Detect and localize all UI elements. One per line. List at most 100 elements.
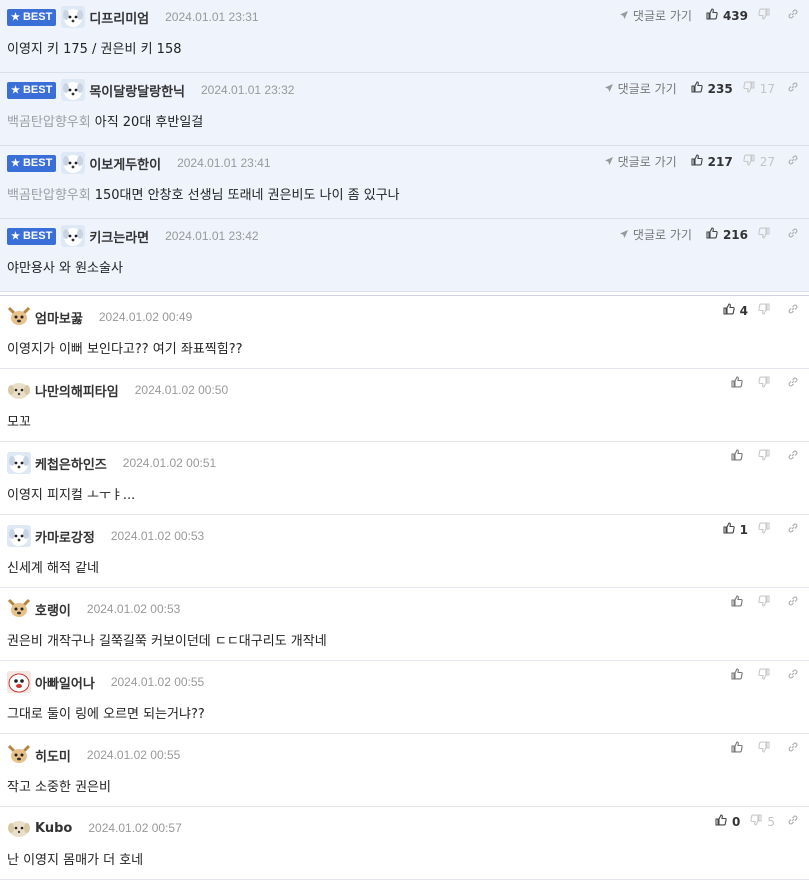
dislike-button[interactable] bbox=[758, 668, 775, 683]
dislike-button[interactable] bbox=[758, 741, 775, 756]
copy-link-button[interactable] bbox=[787, 376, 799, 391]
comment-actions: 댓글로 가기 235 17 bbox=[604, 80, 799, 97]
best-badge-label: BEST bbox=[22, 11, 53, 23]
comment: 아빠일어나 2024.01.02 00:55 그대로 둘이 링에 오르면 되는거냐?… bbox=[0, 661, 809, 734]
nickname[interactable]: Kubo bbox=[35, 821, 72, 836]
avatar[interactable] bbox=[7, 306, 31, 328]
like-button[interactable]: 217 bbox=[691, 154, 733, 169]
timestamp: 2024.01.02 00:57 bbox=[88, 821, 182, 835]
copy-link-button[interactable] bbox=[787, 81, 799, 96]
nickname[interactable]: 호랭이 bbox=[35, 600, 71, 619]
dislike-count: 27 bbox=[759, 154, 775, 169]
comment-list: ★ BEST 디프리미엄 2024.01.01 23:31 이영지 키 175 / 권은… bbox=[0, 0, 809, 880]
timestamp: 2024.01.02 00:53 bbox=[110, 529, 205, 543]
comment-actions: 댓글로 가기 217 27 bbox=[604, 153, 799, 170]
dislike-button[interactable] bbox=[758, 227, 775, 242]
like-button[interactable]: 439 bbox=[706, 8, 748, 23]
avatar[interactable] bbox=[7, 817, 31, 839]
avatar[interactable] bbox=[7, 598, 31, 620]
avatar[interactable] bbox=[61, 6, 86, 28]
like-button[interactable] bbox=[731, 741, 748, 756]
dislike-button[interactable] bbox=[758, 8, 775, 23]
nickname[interactable]: 카마로강정 bbox=[35, 527, 95, 546]
dislike-button[interactable] bbox=[758, 449, 775, 464]
thumbs-down-icon bbox=[750, 814, 767, 829]
dislike-button[interactable]: 27 bbox=[743, 154, 775, 169]
dislike-button[interactable] bbox=[758, 376, 775, 391]
comment-text: 아직 20대 후반일걸 bbox=[94, 115, 204, 130]
go-to-reply-link[interactable]: 댓글로 가기 bbox=[604, 80, 677, 97]
dislike-button[interactable]: 5 bbox=[750, 814, 775, 829]
dislike-button[interactable] bbox=[758, 303, 775, 318]
copy-link-button[interactable] bbox=[787, 8, 799, 23]
comment-text: 난 이영지 몸매가 더 호네 bbox=[7, 853, 144, 868]
send-icon bbox=[604, 155, 618, 169]
like-button[interactable]: 216 bbox=[706, 227, 748, 242]
avatar[interactable] bbox=[7, 525, 31, 547]
send-icon bbox=[619, 9, 633, 23]
copy-link-button[interactable] bbox=[787, 814, 799, 829]
avatar[interactable] bbox=[61, 152, 86, 174]
dislike-button[interactable] bbox=[758, 522, 775, 537]
nickname[interactable]: 케첩은하인즈 bbox=[35, 454, 107, 473]
avatar[interactable] bbox=[7, 744, 31, 766]
copy-link-button[interactable] bbox=[787, 595, 799, 610]
go-to-reply-label: 댓글로 가기 bbox=[632, 228, 692, 242]
like-button[interactable]: 0 bbox=[715, 814, 740, 829]
copy-link-button[interactable] bbox=[787, 449, 799, 464]
nickname[interactable]: 디프리미엄 bbox=[89, 8, 149, 27]
thumbs-down-icon bbox=[758, 741, 775, 756]
like-button[interactable]: 235 bbox=[691, 81, 733, 96]
go-to-reply-link[interactable]: 댓글로 가기 bbox=[619, 226, 692, 243]
comment-header: ★ BEST 목이달랑달랑한닉 2024.01.01 23:32 bbox=[7, 79, 294, 101]
avatar[interactable] bbox=[61, 79, 86, 101]
dislike-button[interactable] bbox=[758, 595, 775, 610]
thumbs-down-icon bbox=[758, 303, 775, 318]
copy-link-button[interactable] bbox=[787, 668, 799, 683]
nickname[interactable]: 키크는라면 bbox=[89, 227, 149, 246]
best-comment: ★ BEST 디프리미엄 2024.01.01 23:31 이영지 키 175 / 권은… bbox=[0, 0, 809, 73]
copy-link-button[interactable] bbox=[787, 154, 799, 169]
copy-link-button[interactable] bbox=[787, 303, 799, 318]
nickname[interactable]: 엄마보꿇 bbox=[35, 308, 83, 327]
copy-link-button[interactable] bbox=[787, 741, 799, 756]
thumbs-up-icon bbox=[691, 154, 708, 169]
nickname[interactable]: 아빠일어나 bbox=[35, 673, 95, 692]
like-button[interactable] bbox=[731, 376, 748, 391]
copy-link-button[interactable] bbox=[787, 227, 799, 242]
avatar[interactable] bbox=[61, 225, 86, 247]
comment-header: ★ BEST 디프리미엄 2024.01.01 23:31 bbox=[7, 6, 259, 28]
go-to-reply-link[interactable]: 댓글로 가기 bbox=[619, 7, 692, 24]
like-button[interactable] bbox=[731, 668, 748, 683]
like-button[interactable]: 4 bbox=[723, 303, 748, 318]
comment: 호랭이 2024.01.02 00:53 권은비 개작구나 길쭉길쭉 커보이던데 ㄷ… bbox=[0, 588, 809, 661]
copy-link-button[interactable] bbox=[787, 522, 799, 537]
comment-body: 권은비 개작구나 길쭉길쭉 커보이던데 ㄷㄷ대구리도 개작네 bbox=[7, 630, 327, 649]
link-icon bbox=[787, 741, 799, 756]
thumbs-up-icon bbox=[715, 814, 732, 829]
comment-actions bbox=[731, 668, 799, 683]
nickname[interactable]: 히도미 bbox=[35, 746, 71, 765]
nickname[interactable]: 목이달랑달랑한닉 bbox=[89, 81, 185, 100]
best-comment: ★ BEST 키크는라면 2024.01.01 23:42 야만용사 와 원소술사 댓글로… bbox=[0, 219, 809, 292]
nickname[interactable]: 이보게두한이 bbox=[89, 154, 161, 173]
nickname[interactable]: 나만의해피타임 bbox=[35, 381, 119, 400]
link-icon bbox=[787, 522, 799, 537]
like-button[interactable] bbox=[731, 449, 748, 464]
like-button[interactable]: 1 bbox=[723, 522, 748, 537]
dislike-button[interactable]: 17 bbox=[743, 81, 775, 96]
comment: Kubo 2024.01.02 00:57 난 이영지 몸매가 더 호네 0 5 bbox=[0, 807, 809, 880]
go-to-reply-link[interactable]: 댓글로 가기 bbox=[604, 153, 677, 170]
go-to-reply-label: 댓글로 가기 bbox=[617, 155, 677, 169]
comment-body: 이영지가 이뻐 보인다고?? 여기 좌표찍힘?? bbox=[7, 338, 243, 357]
comment-actions: 1 bbox=[723, 522, 799, 537]
avatar[interactable] bbox=[7, 671, 31, 693]
like-button[interactable] bbox=[731, 595, 748, 610]
thumbs-up-icon bbox=[731, 376, 748, 391]
comment-body: 작고 소중한 권은비 bbox=[7, 776, 111, 795]
timestamp: 2024.01.01 23:32 bbox=[201, 83, 295, 97]
avatar[interactable] bbox=[7, 452, 31, 474]
comment-body: 백곰탄압향우회 아직 20대 후반일걸 bbox=[7, 111, 203, 130]
link-icon bbox=[787, 668, 799, 683]
avatar[interactable] bbox=[7, 379, 31, 401]
